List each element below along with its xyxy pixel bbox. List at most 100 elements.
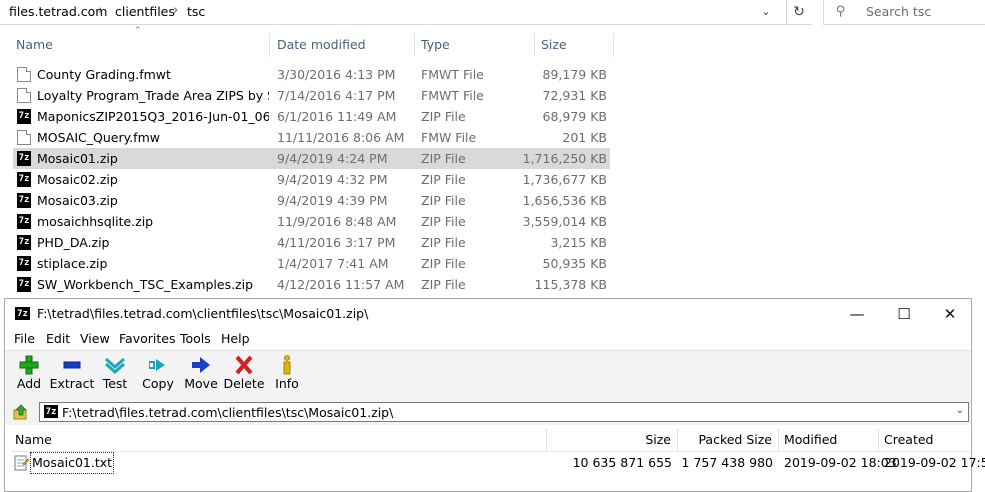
file-row[interactable]: 7z SW_Workbench_TSC_Examples.zip 4/12/2016… xyxy=(13,274,610,295)
column-size[interactable]: Size xyxy=(535,33,614,57)
file-date-modified: 9/4/2019 4:32 PM xyxy=(277,172,388,187)
menu-edit[interactable]: Edit xyxy=(46,331,70,346)
archive-item-size: 10 635 871 655 xyxy=(572,455,672,470)
file-row[interactable]: 7z stiplace.zip 1/4/2017 7:41 AM ZIP File 50… xyxy=(13,253,610,274)
file-row[interactable]: 7z Mosaic02.zip 9/4/2019 4:32 PM ZIP File 1,… xyxy=(13,169,610,190)
file-type: ZIP File xyxy=(421,235,466,250)
file-name: Mosaic03.zip xyxy=(37,193,118,208)
move-button[interactable]: Move xyxy=(178,355,224,397)
menu-file[interactable]: File xyxy=(14,331,35,346)
folder-up-icon[interactable] xyxy=(13,404,29,420)
test-button[interactable]: Test xyxy=(92,355,138,397)
column-created[interactable]: Created xyxy=(879,429,971,451)
menu-help[interactable]: Help xyxy=(221,331,250,346)
breadcrumb-clientfiles[interactable]: clientfiles xyxy=(115,4,175,19)
file-name: Mosaic02.zip xyxy=(37,172,118,187)
path-text: F:\tetrad\files.tetrad.com\clientfiles\t… xyxy=(62,405,394,420)
file-size: 68,979 KB xyxy=(542,109,607,124)
add-button[interactable]: Add xyxy=(6,355,52,397)
column-name[interactable]: Name xyxy=(10,33,270,57)
file-type: ZIP File xyxy=(421,172,466,187)
file-size: 50,935 KB xyxy=(542,256,607,271)
column-packed-size[interactable]: Packed Size xyxy=(678,429,779,451)
add-label: Add xyxy=(16,376,42,391)
file-name: mosaichhsqlite.zip xyxy=(37,214,154,229)
address-bar[interactable]: files.tetrad.com › clientfiles › tsc xyxy=(0,0,812,25)
window-title: F:\tetrad\files.tetrad.com\clientfiles\t… xyxy=(37,306,369,321)
column-type[interactable]: Type xyxy=(415,33,535,57)
explorer-column-header: Name Date modified Type Size xyxy=(0,33,614,57)
column-size[interactable]: Size xyxy=(547,429,678,451)
file-row[interactable]: MOSAIC_Query.fmw 11/11/2016 8:06 AM FMW Fi… xyxy=(13,127,610,148)
file-row[interactable]: County Grading.fmwt 3/30/2016 4:13 PM FMWT… xyxy=(13,64,610,85)
column-date-modified[interactable]: Date modified xyxy=(271,33,415,57)
7z-archive-icon: 7z xyxy=(17,151,31,166)
file-size: 115,378 KB xyxy=(534,277,607,292)
file-date-modified: 4/11/2016 3:17 PM xyxy=(277,235,396,250)
path-combobox[interactable]: 7z F:\tetrad\files.tetrad.com\clientfile… xyxy=(39,402,969,422)
blank-file-icon xyxy=(17,130,31,145)
breadcrumb-files-tetrad-com[interactable]: files.tetrad.com xyxy=(9,4,107,19)
7zip-window: 7z F:\tetrad\files.tetrad.com\clientfile… xyxy=(4,298,985,492)
file-type: FMW File xyxy=(421,130,477,145)
file-date-modified: 11/9/2016 8:48 AM xyxy=(277,214,397,229)
file-date-modified: 1/4/2017 7:41 AM xyxy=(277,256,389,271)
file-row[interactable]: 7z Mosaic03.zip 9/4/2019 4:39 PM ZIP File 1,… xyxy=(13,190,610,211)
menu-favorites[interactable]: Favorites xyxy=(119,331,175,346)
breadcrumb-tsc[interactable]: tsc xyxy=(187,4,205,19)
file-row[interactable]: 7z PHD_DA.zip 4/11/2016 3:17 PM ZIP File 3,2… xyxy=(13,232,610,253)
menu-tools[interactable]: Tools xyxy=(180,331,211,346)
archive-item-packed-size: 1 757 438 980 xyxy=(681,455,773,470)
file-name: stiplace.zip xyxy=(37,256,108,271)
7z-archive-icon: 7z xyxy=(17,256,31,271)
archive-item-modified: 2019-09-02 18:03 xyxy=(784,455,897,470)
minus-icon xyxy=(63,361,81,369)
file-date-modified: 3/30/2016 4:13 PM xyxy=(277,67,396,82)
file-row[interactable]: 7z MaponicsZIP2015Q3_2016-Jun-01_06-46-..… xyxy=(13,106,610,127)
file-size: 3,215 KB xyxy=(550,235,607,250)
file-row[interactable]: Loyalty Program_Trade Area ZIPS by Stor.… xyxy=(13,85,610,106)
7zip-titlebar[interactable]: 7z F:\tetrad\files.tetrad.com\clientfile… xyxy=(5,299,971,329)
file-type: ZIP File xyxy=(421,193,466,208)
copy-arrows-icon xyxy=(149,359,165,371)
breadcrumb-separator: › xyxy=(173,3,179,18)
extract-label: Extract xyxy=(49,376,95,391)
column-name[interactable]: Name xyxy=(11,429,547,451)
menu-view[interactable]: View xyxy=(80,331,110,346)
file-size: 1,656,536 KB xyxy=(522,193,607,208)
archive-column-header: Name Size Packed Size Modified Created xyxy=(11,429,971,452)
test-label: Test xyxy=(102,376,128,391)
column-modified[interactable]: Modified xyxy=(779,429,879,451)
file-date-modified: 11/11/2016 8:06 AM xyxy=(277,130,405,145)
close-button[interactable]: ✕ xyxy=(927,299,973,329)
move-arrow-icon xyxy=(192,357,210,373)
chevron-down-icon[interactable]: ⌄ xyxy=(754,2,778,22)
archive-item-created: 2019-09-02 17:53 xyxy=(884,455,985,470)
text-file-icon xyxy=(14,455,29,471)
file-size: 1,716,250 KB xyxy=(522,151,607,166)
blank-file-icon xyxy=(17,88,31,103)
7z-archive-icon: 7z xyxy=(17,277,31,292)
search-box[interactable]: ⚲ Search tsc xyxy=(823,0,985,25)
extract-button[interactable]: Extract xyxy=(49,355,95,397)
7z-archive-icon: 7z xyxy=(17,214,31,229)
refresh-icon[interactable]: ↻ xyxy=(786,0,811,24)
delete-button[interactable]: Delete xyxy=(221,355,267,397)
archive-row[interactable]: Mosaic01.txt 10 635 871 655 1 757 438 98… xyxy=(11,452,985,474)
file-type: ZIP File xyxy=(421,256,466,271)
blank-file-icon xyxy=(17,67,31,82)
file-size: 72,931 KB xyxy=(542,88,607,103)
minimize-button[interactable]: — xyxy=(834,299,880,329)
file-name: Loyalty Program_Trade Area ZIPS by Stor.… xyxy=(37,88,269,103)
file-row[interactable]: 7z Mosaic01.zip 9/4/2019 4:24 PM ZIP File 1,… xyxy=(13,148,610,169)
file-name: SW_Workbench_TSC_Examples.zip xyxy=(37,277,254,292)
maximize-button[interactable]: ☐ xyxy=(881,299,927,329)
file-row[interactable]: 7z mosaichhsqlite.zip 11/9/2016 8:48 AM ZIP… xyxy=(13,211,610,232)
copy-button[interactable]: Copy xyxy=(135,355,181,397)
info-icon xyxy=(283,355,291,375)
info-button[interactable]: Info xyxy=(264,355,310,397)
breadcrumb-separator: › xyxy=(98,3,104,18)
chevron-down-icon[interactable]: ⌄ xyxy=(956,405,964,416)
7z-archive-icon: 7z xyxy=(17,193,31,208)
file-name: Mosaic01.zip xyxy=(37,151,118,166)
